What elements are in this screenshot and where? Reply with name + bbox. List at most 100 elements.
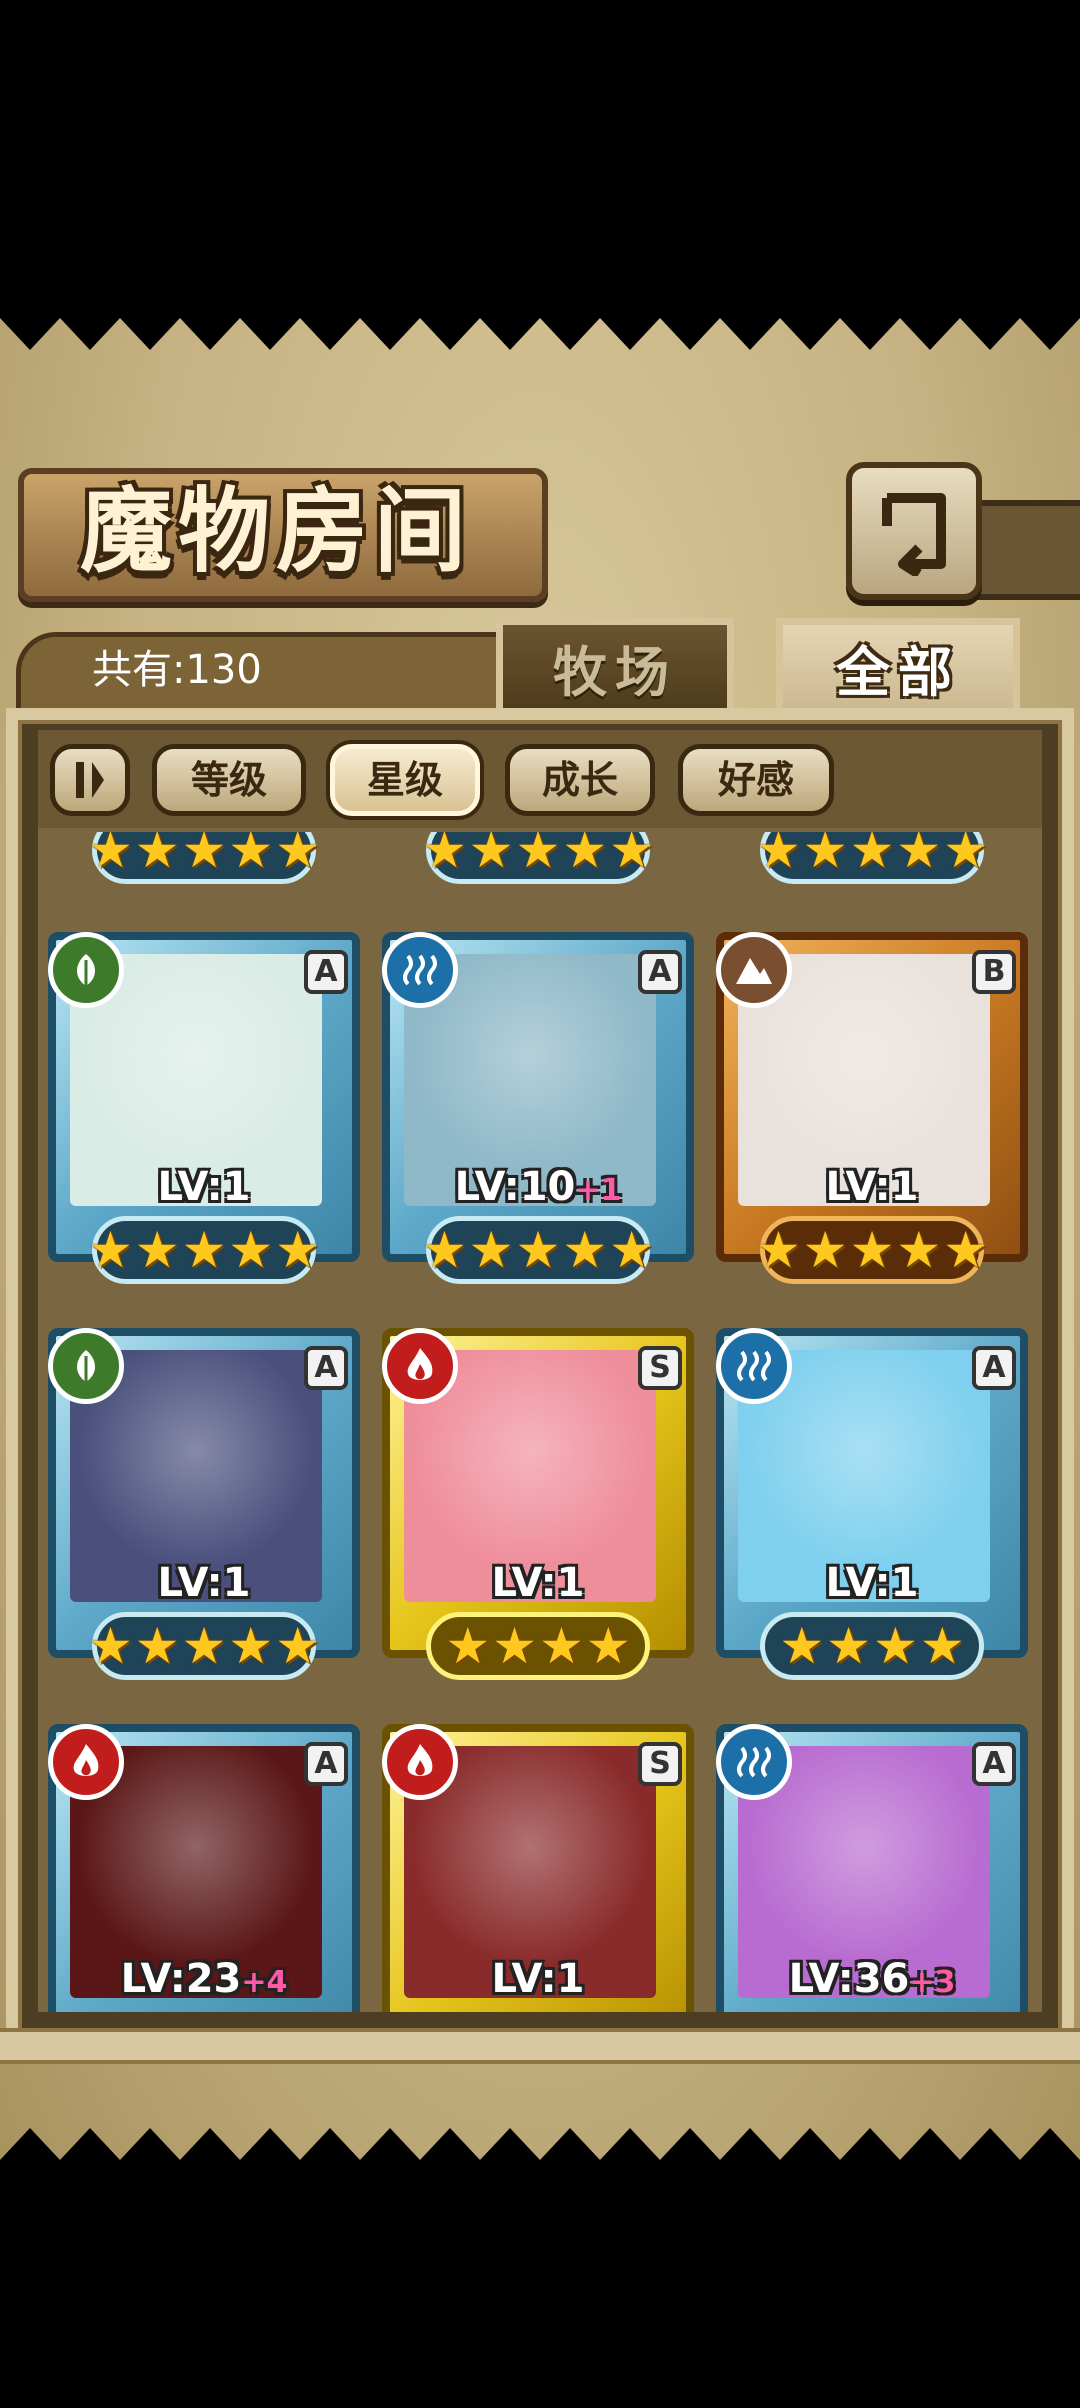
- sort-growth-button[interactable]: 成长: [505, 744, 655, 816]
- star-icon: ★: [849, 832, 895, 879]
- level-value: LV:1: [825, 1560, 919, 1606]
- sort-affection-button[interactable]: 好感: [678, 744, 834, 816]
- level-bonus: +3: [909, 1965, 956, 2000]
- monster-count: 共有:130: [92, 647, 262, 693]
- monster-card[interactable]: A LV:1 ★ ★ ★ ★ ★: [48, 1328, 360, 1698]
- tab-farm[interactable]: 牧场: [496, 618, 734, 722]
- star-icon: ★: [539, 1617, 584, 1675]
- top-torn-edge: [0, 298, 1080, 350]
- monster-card[interactable]: A LV:1 ★ ★ ★ ★ ★: [48, 932, 360, 1302]
- star-icon: ★: [87, 1221, 133, 1279]
- star-icon: ★: [275, 832, 321, 879]
- return-arrow-icon: [882, 493, 946, 576]
- level-label: LV:10+1: [382, 1164, 694, 1210]
- tab-farm-label: 牧场: [553, 641, 677, 704]
- monster-card-partial[interactable]: ★ ★ ★ ★ ★: [716, 832, 1028, 902]
- star-rating: ★ ★ ★ ★ ★: [88, 832, 320, 884]
- star-icon: ★: [896, 1221, 942, 1279]
- star-rating: ★ ★ ★ ★ ★: [422, 1216, 654, 1284]
- level-value: LV:1: [157, 1560, 251, 1606]
- rank-badge: A: [304, 1742, 348, 1786]
- star-icon: ★: [181, 1617, 227, 1675]
- tab-all[interactable]: 全部: [776, 618, 1020, 722]
- star-icon: ★: [87, 832, 133, 879]
- star-icon: ★: [562, 832, 608, 879]
- star-icon: ★: [134, 1617, 180, 1675]
- star-icon: ★: [873, 1617, 918, 1675]
- star-icon: ★: [943, 832, 989, 879]
- monster-card-partial[interactable]: ★ ★ ★ ★ ★: [48, 832, 360, 902]
- star-rating: ★ ★ ★ ★ ★: [756, 832, 988, 884]
- star-icon: ★: [562, 1221, 608, 1279]
- fire-icon: [48, 1724, 124, 1800]
- rank-badge: S: [638, 1346, 682, 1390]
- star-icon: ★: [585, 1617, 631, 1675]
- star-icon: ★: [468, 1221, 514, 1279]
- sort-star-button[interactable]: 星级: [330, 744, 480, 816]
- monster-card[interactable]: A LV:36+3: [716, 1724, 1028, 2012]
- rank-badge: B: [972, 950, 1016, 994]
- fire-icon: [382, 1724, 458, 1800]
- level-value: LV:10: [454, 1164, 576, 1210]
- level-label: LV:1: [382, 1956, 694, 2002]
- star-icon: ★: [228, 1221, 274, 1279]
- level-value: LV:1: [491, 1560, 585, 1606]
- back-button[interactable]: [846, 462, 982, 600]
- star-icon: ★: [275, 1617, 321, 1675]
- star-icon: ★: [849, 1221, 895, 1279]
- star-icon: ★: [228, 832, 274, 879]
- water-icon: [716, 1724, 792, 1800]
- level-label: LV:1: [48, 1560, 360, 1606]
- rank-badge: A: [638, 950, 682, 994]
- monster-card[interactable]: A LV:23+4: [48, 1724, 360, 2012]
- level-label: LV:23+4: [48, 1956, 360, 2002]
- rank-badge: A: [304, 1346, 348, 1390]
- star-rating: ★ ★ ★ ★ ★: [422, 832, 654, 884]
- bottom-rail: [0, 2028, 1080, 2064]
- star-icon: ★: [826, 1617, 871, 1675]
- star-icon: ★: [468, 832, 514, 879]
- monster-card[interactable]: S LV:1 ★ ★ ★ ★: [382, 1328, 694, 1698]
- sort-toggle-icon: [76, 762, 104, 798]
- sort-level-button[interactable]: 等级: [152, 744, 306, 816]
- earth-icon: [716, 932, 792, 1008]
- star-icon: ★: [515, 1221, 561, 1279]
- monster-card[interactable]: B LV:1 ★ ★ ★ ★ ★: [716, 932, 1028, 1302]
- star-icon: ★: [755, 1221, 801, 1279]
- star-icon: ★: [779, 1617, 825, 1675]
- star-icon: ★: [134, 1221, 180, 1279]
- star-icon: ★: [87, 1617, 133, 1675]
- water-icon: [716, 1328, 792, 1404]
- star-icon: ★: [275, 1221, 321, 1279]
- level-value: LV:23: [120, 1956, 242, 2002]
- monster-grid[interactable]: ★ ★ ★ ★ ★ ★ ★ ★ ★ ★ ★ ★ ★ ★ ★ A LV:1 ★ ★ ★ ★ ★ A LV:10+1 ★ ★ ★ ★ ★ B L…: [38, 832, 1042, 2012]
- star-rating: ★ ★ ★ ★ ★: [88, 1216, 320, 1284]
- level-label: LV:1: [716, 1164, 1028, 1210]
- star-icon: ★: [421, 1221, 467, 1279]
- rank-badge: A: [304, 950, 348, 994]
- level-bonus: +1: [575, 1173, 622, 1208]
- wood-icon: [48, 932, 124, 1008]
- fire-icon: [382, 1328, 458, 1404]
- monster-card[interactable]: S LV:1: [382, 1724, 694, 2012]
- star-icon: ★: [943, 1221, 989, 1279]
- level-label: LV:36+3: [716, 1956, 1028, 2002]
- monster-card[interactable]: A LV:10+1 ★ ★ ★ ★ ★: [382, 932, 694, 1302]
- star-icon: ★: [755, 832, 801, 879]
- monster-card-partial[interactable]: ★ ★ ★ ★ ★: [382, 832, 694, 902]
- level-bonus: +4: [241, 1965, 288, 2000]
- star-icon: ★: [181, 1221, 227, 1279]
- star-icon: ★: [609, 1221, 655, 1279]
- level-value: LV:36: [788, 1956, 910, 2002]
- star-rating: ★ ★ ★ ★ ★: [88, 1612, 320, 1680]
- level-label: LV:1: [48, 1164, 360, 1210]
- level-value: LV:1: [491, 1956, 585, 2002]
- star-icon: ★: [802, 1221, 848, 1279]
- monster-card[interactable]: A LV:1 ★ ★ ★ ★: [716, 1328, 1028, 1698]
- star-icon: ★: [181, 832, 227, 879]
- sort-order-toggle-button[interactable]: [50, 744, 130, 816]
- star-icon: ★: [445, 1617, 491, 1675]
- star-rating: ★ ★ ★ ★: [760, 1612, 984, 1680]
- star-icon: ★: [421, 832, 467, 879]
- water-icon: [382, 932, 458, 1008]
